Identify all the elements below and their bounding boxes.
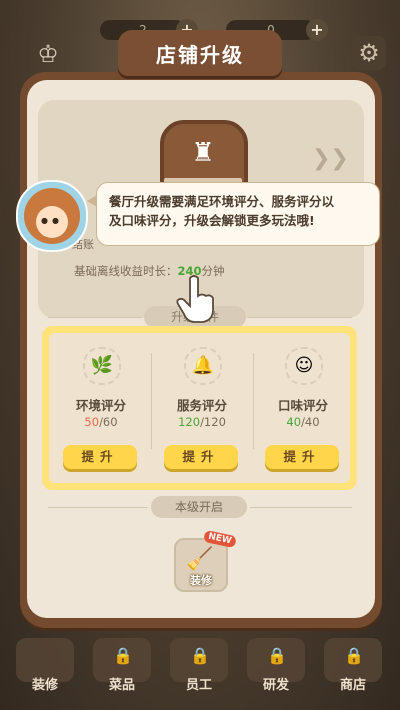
divider [48,507,148,508]
condition-name: 服务评分 [176,398,227,413]
condition-value: 120/120 [152,415,252,429]
leaf-icon: 🌿 [83,347,121,385]
condition-name: 口味评分 [277,398,328,413]
tooltip-line-2: 及口味评分，升级会解锁更多玩法哦! [109,213,315,228]
add-gem-button[interactable]: + [306,19,328,41]
nav-item-label: 装修 [31,678,58,693]
bell-icon: 🔔 [184,347,222,385]
nav-item-label: 菜品 [108,678,135,693]
divider [250,507,352,508]
gear-icon[interactable]: ⚙ [352,36,386,70]
divider [248,317,352,318]
lock-icon: 🔒 [267,646,287,665]
condition-max: /120 [200,415,226,429]
offline-label: 基础离线收益时长： [74,264,178,278]
nav-item-label: 研发 [262,678,289,693]
nav-item-decorate[interactable]: 装修 [12,636,78,696]
condition-max: /40 [301,415,320,429]
lock-icon: 🔒 [190,646,210,665]
condition-name: 环境评分 [75,398,126,413]
condition-current: 120 [178,415,201,429]
divider [48,317,142,318]
conditions-panel: 🌿 环境评分 50/60 提升 🔔 服务评分 120/120 提升 ☺ 口味评分… [42,326,357,490]
guide-avatar: ●● [16,180,88,252]
tooltip-line-1: 餐厅升级需要满足环境评分、服务评分以 [109,194,335,209]
modal-title-plaque: 店铺升级 [104,30,296,76]
nav-item-shop[interactable]: 🔒 商店 [320,636,386,696]
modal-title: 店铺升级 [156,43,244,67]
unlock-item-label: 装修 [190,574,212,587]
bottom-nav: 装修 🔒 菜品 🔒 员工 🔒 研发 🔒 商店 [0,630,400,710]
nav-item-label: 员工 [185,678,212,693]
chef-hat-icon: ♜ [191,138,215,168]
next-level-arrow-icon: ❯❯ [312,146,349,171]
lock-icon: 🔒 [113,646,133,665]
condition-current: 40 [286,415,302,429]
nav-item-staff[interactable]: 🔒 员工 [166,636,232,696]
improve-taste-button[interactable]: 提升 [265,445,339,469]
conditions-panel-inner: 🌿 环境评分 50/60 提升 🔔 服务评分 120/120 提升 ☺ 口味评分… [49,333,350,483]
unlock-decorate-item[interactable]: 🧹 装修 [174,538,228,592]
improve-environment-button[interactable]: 提升 [63,445,137,469]
nav-item-dishes[interactable]: 🔒 菜品 [89,636,155,696]
paint-bucket-icon: 🧹 [186,547,214,572]
condition-taste: ☺ 口味评分 40/40 提升 [253,333,353,483]
tutorial-tooltip[interactable]: 餐厅升级需要满足环境评分、服务评分以 及口味评分，升级会解锁更多玩法哦! [87,182,380,246]
unlock-header: 本级开启 [151,496,247,518]
improve-service-button[interactable]: 提升 [164,445,238,469]
condition-max: /60 [99,415,118,429]
smile-face-icon: ☺ [285,347,323,385]
condition-value: 40/40 [253,415,353,429]
nav-item-label: 商店 [339,678,366,693]
pointing-hand-icon [176,275,214,323]
avatar-face: ●● [36,206,68,238]
chef-hat-icon: ♔ [37,40,59,68]
condition-service: 🔔 服务评分 120/120 提升 [152,333,252,483]
condition-environment: 🌿 环境评分 50/60 提升 [51,333,151,483]
lock-icon: 🔒 [344,646,364,665]
condition-value: 50/60 [51,415,151,429]
condition-current: 50 [84,415,100,429]
nav-item-research[interactable]: 🔒 研发 [243,636,309,696]
